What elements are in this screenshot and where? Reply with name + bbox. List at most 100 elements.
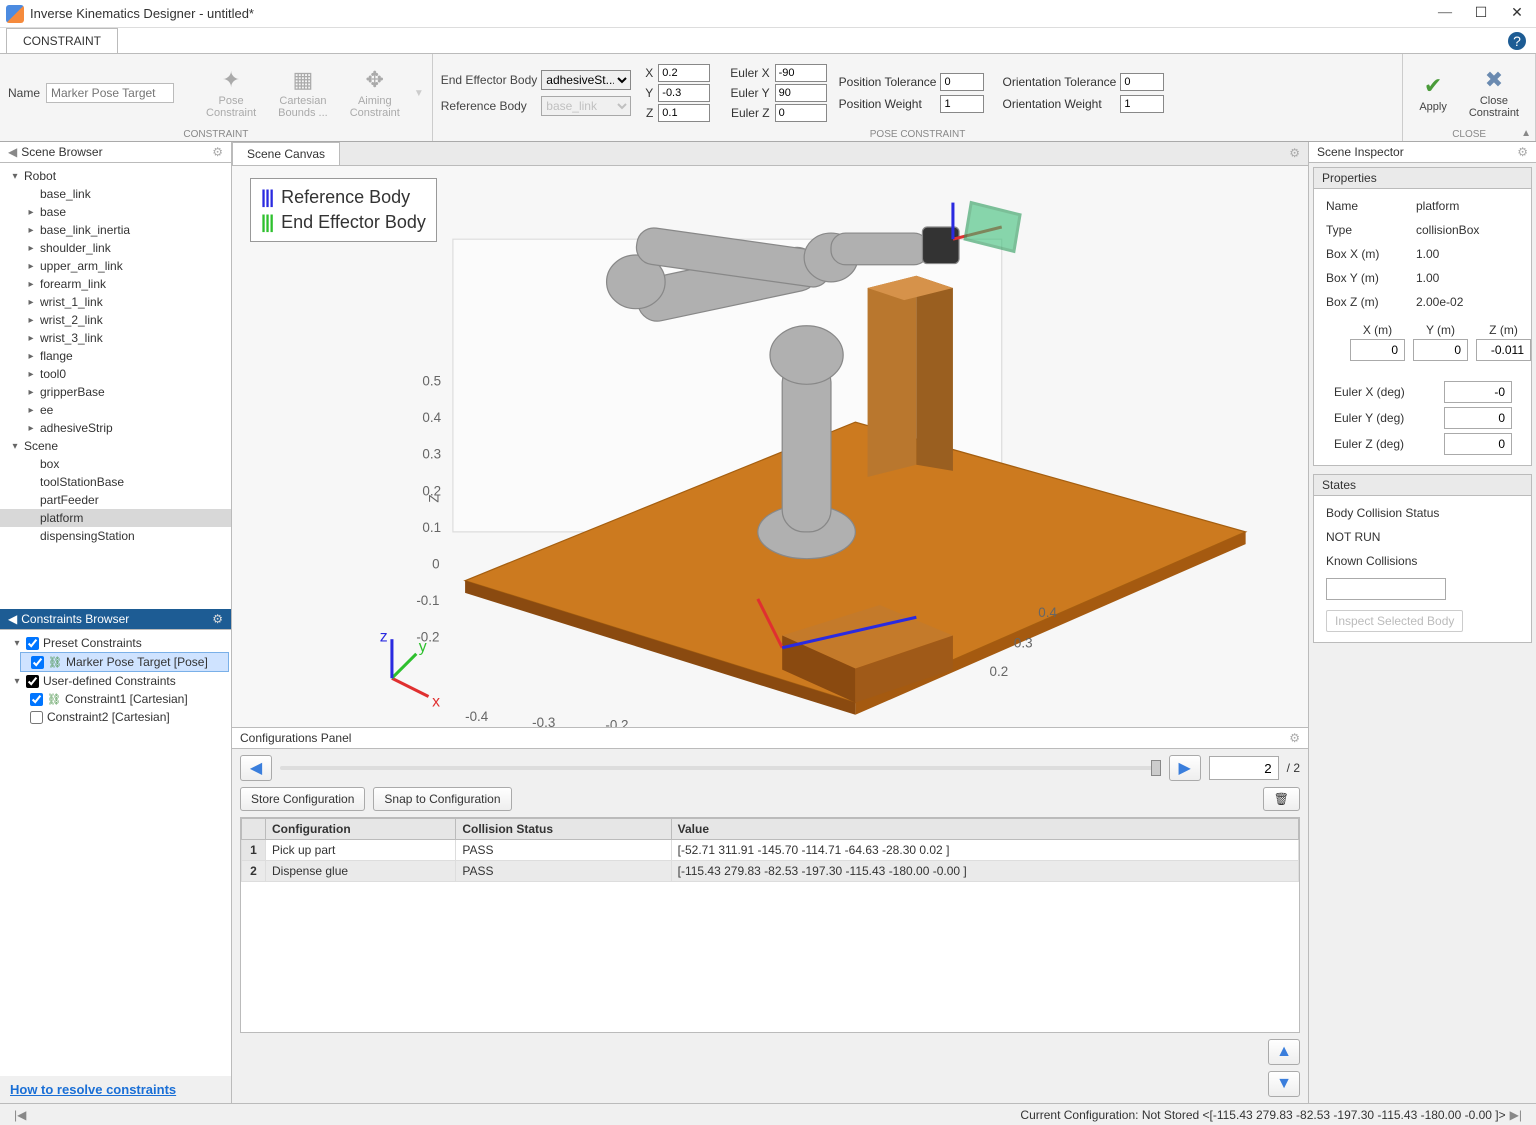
svg-text:0.4: 0.4: [422, 410, 441, 425]
maximize-button[interactable]: ☐: [1472, 5, 1490, 22]
config-row[interactable]: 2Dispense gluePASS[-115.43 279.83 -82.53…: [242, 861, 1299, 882]
pos-tol-input[interactable]: [940, 73, 984, 91]
constraint2-node[interactable]: Constraint2 [Cartesian]: [20, 708, 229, 726]
close-constraint-button[interactable]: ✖Close Constraint: [1461, 65, 1527, 121]
constraint-icon: ⛓: [47, 693, 61, 706]
pose-constraint-group-label: POSE CONSTRAINT: [441, 128, 1395, 141]
gear-icon[interactable]: ⚙: [212, 145, 223, 159]
pose-icon: ✦: [222, 67, 240, 93]
tree-item-adhesiveStrip[interactable]: ▸adhesiveStrip: [0, 419, 231, 437]
scene-browser-header: ◀ Scene Browser ⚙: [0, 142, 231, 163]
tree-item-Scene[interactable]: ▾Scene: [0, 437, 231, 455]
svg-text:z: z: [380, 629, 388, 646]
scene-canvas-tab[interactable]: Scene Canvas: [232, 142, 340, 165]
tree-item-dispensingStation[interactable]: dispensingStation: [0, 527, 231, 545]
constraints-browser[interactable]: ▾Preset Constraints ⛓Marker Pose Target …: [0, 630, 231, 1076]
tree-item-wrist_2_link[interactable]: ▸wrist_2_link: [0, 311, 231, 329]
next-config-button[interactable]: ▶: [1169, 755, 1201, 781]
status-next-icon[interactable]: ▶|: [1506, 1108, 1526, 1122]
tree-item-platform[interactable]: platform: [0, 509, 231, 527]
move-config-up-button[interactable]: ▲: [1268, 1039, 1300, 1065]
ori-tol-input[interactable]: [1120, 73, 1164, 91]
config-total: / 2: [1287, 761, 1300, 775]
tree-item-gripperBase[interactable]: ▸gripperBase: [0, 383, 231, 401]
gear-icon[interactable]: ⚙: [1281, 142, 1308, 165]
tab-constraint[interactable]: CONSTRAINT: [6, 28, 118, 53]
constraint-name-input[interactable]: [46, 83, 174, 103]
tree-item-toolStationBase[interactable]: toolStationBase: [0, 473, 231, 491]
constraint1-node[interactable]: ⛓Constraint1 [Cartesian]: [20, 690, 229, 708]
pos-y-input[interactable]: [1413, 339, 1468, 361]
pos-x-input[interactable]: [1350, 339, 1405, 361]
move-config-down-button[interactable]: ▼: [1268, 1071, 1300, 1097]
tree-item-wrist_1_link[interactable]: ▸wrist_1_link: [0, 293, 231, 311]
tree-item-Robot[interactable]: ▾Robot: [0, 167, 231, 185]
name-label: Name: [8, 86, 40, 100]
preset-constraints-node[interactable]: ▾Preset Constraints: [2, 634, 229, 652]
resolve-constraints-link[interactable]: How to resolve constraints: [0, 1076, 231, 1103]
configurations-table[interactable]: ConfigurationCollision StatusValue 1Pick…: [240, 817, 1300, 1033]
z-label: Z: [645, 106, 656, 120]
eulerx-label: Euler X: [730, 66, 772, 80]
insp-eulerx-input[interactable]: [1444, 381, 1512, 403]
prev-config-button[interactable]: ◀: [240, 755, 272, 781]
tree-item-box[interactable]: box: [0, 455, 231, 473]
tree-item-partFeeder[interactable]: partFeeder: [0, 491, 231, 509]
tree-item-flange[interactable]: ▸flange: [0, 347, 231, 365]
expand-panel-icon[interactable]: ▲: [1521, 128, 1531, 139]
apply-button[interactable]: ✔Apply: [1411, 71, 1455, 115]
close-group-label: CLOSE: [1411, 128, 1527, 141]
reference-body-label: Reference Body: [441, 99, 538, 113]
tree-item-base_link[interactable]: base_link: [0, 185, 231, 203]
insp-eulerz-input[interactable]: [1444, 433, 1512, 455]
tree-item-tool0[interactable]: ▸tool0: [0, 365, 231, 383]
eulerx-input[interactable]: [775, 64, 827, 82]
user-defined-node[interactable]: ▾User-defined Constraints: [2, 672, 229, 690]
window-title: Inverse Kinematics Designer - untitled*: [30, 6, 1436, 21]
eulery-input[interactable]: [775, 84, 827, 102]
gear-icon[interactable]: ⚙: [1289, 731, 1300, 745]
store-configuration-button[interactable]: Store Configuration: [240, 787, 365, 811]
insp-eulery-input[interactable]: [1444, 407, 1512, 429]
snap-to-configuration-button[interactable]: Snap to Configuration: [373, 787, 511, 811]
close-window-button[interactable]: ✕: [1508, 5, 1526, 22]
tree-item-wrist_3_link[interactable]: ▸wrist_3_link: [0, 329, 231, 347]
config-index-input[interactable]: [1209, 756, 1279, 780]
scene-browser-tree[interactable]: ▾Robotbase_link▸base▸base_link_inertia▸s…: [0, 163, 231, 609]
gear-icon[interactable]: ⚙: [212, 612, 223, 626]
marker-pose-target-node[interactable]: ⛓Marker Pose Target [Pose]: [20, 652, 229, 672]
x-input[interactable]: [658, 64, 710, 82]
z-input[interactable]: [658, 104, 710, 122]
scene-canvas[interactable]: |||Reference Body |||End Effector Body: [232, 166, 1308, 727]
svg-text:0.2: 0.2: [990, 664, 1009, 679]
eulerz-input[interactable]: [775, 104, 827, 122]
pos-z-input[interactable]: [1476, 339, 1531, 361]
bounds-icon: ▦: [293, 67, 314, 93]
x-label: X: [645, 66, 656, 80]
svg-text:Z: Z: [426, 494, 441, 502]
tree-item-forearm_link[interactable]: ▸forearm_link: [0, 275, 231, 293]
pos-wt-input[interactable]: [940, 95, 984, 113]
main-area: ◀ Scene Browser ⚙ ▾Robotbase_link▸base▸b…: [0, 142, 1536, 1103]
ori-tol-label: Orientation Tolerance: [1002, 75, 1116, 89]
known-collisions-input[interactable]: [1326, 578, 1446, 600]
canvas-legend: |||Reference Body |||End Effector Body: [250, 178, 437, 242]
tree-item-upper_arm_link[interactable]: ▸upper_arm_link: [0, 257, 231, 275]
aiming-icon: ✥: [366, 67, 384, 93]
delete-config-button[interactable]: 🗑: [1263, 787, 1300, 811]
config-slider[interactable]: [280, 766, 1161, 770]
gear-icon[interactable]: ⚙: [1517, 145, 1528, 159]
help-icon[interactable]: ?: [1508, 32, 1526, 50]
tree-item-shoulder_link[interactable]: ▸shoulder_link: [0, 239, 231, 257]
tree-item-base_link_inertia[interactable]: ▸base_link_inertia: [0, 221, 231, 239]
tree-item-ee[interactable]: ▸ee: [0, 401, 231, 419]
config-row[interactable]: 1Pick up partPASS[-52.71 311.91 -145.70 …: [242, 840, 1299, 861]
ori-wt-input[interactable]: [1120, 95, 1164, 113]
y-input[interactable]: [658, 84, 710, 102]
toolstrip-tabs: CONSTRAINT ?: [0, 28, 1536, 54]
status-prev-icon[interactable]: |◀: [10, 1108, 30, 1122]
tree-item-base[interactable]: ▸base: [0, 203, 231, 221]
end-effector-select[interactable]: adhesiveSt...: [541, 70, 631, 90]
end-effector-marker: |||: [261, 212, 273, 233]
minimize-button[interactable]: —: [1436, 5, 1454, 22]
